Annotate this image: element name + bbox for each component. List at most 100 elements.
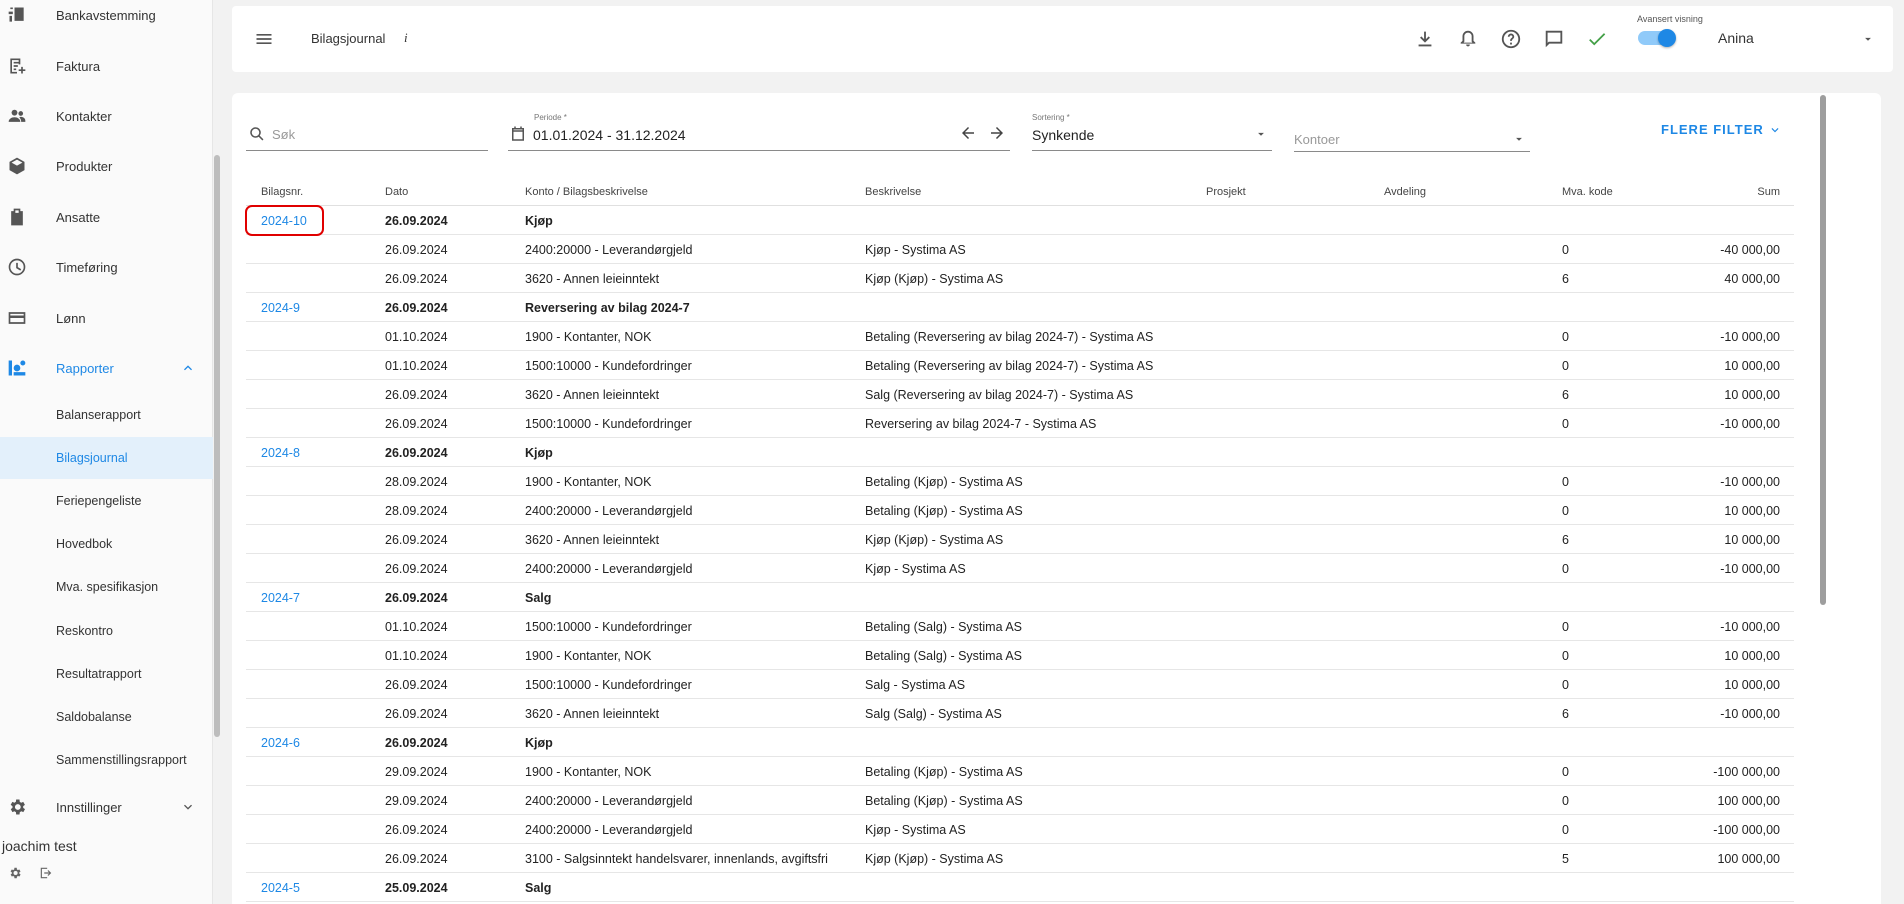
col-header-sum[interactable]: Sum — [1757, 186, 1780, 198]
line-sum: 10 000,00 — [1724, 359, 1780, 373]
voucher-number-link[interactable]: 2024-7 — [261, 591, 300, 605]
sidebar-scrollbar-thumb[interactable] — [214, 155, 220, 737]
voucher-header-row[interactable]: 2024-6 26.09.2024 Kjøp — [246, 728, 1794, 757]
line-account: 3620 - Annen leieinntekt — [525, 533, 660, 547]
page-scrollbar-thumb[interactable] — [1820, 95, 1826, 605]
voucher-number-link[interactable]: 2024-6 — [261, 736, 300, 750]
journal-line-row[interactable]: 28.09.2024 1900 - Kontanter, NOK Betaling … — [246, 467, 1794, 496]
journal-line-row[interactable]: 26.09.2024 2400:20000 - Leverandørgjeld Kj… — [246, 554, 1794, 583]
info-icon[interactable]: i — [404, 30, 408, 46]
journal-line-row[interactable]: 26.09.2024 3100 - Salgsinntekt handelsvar… — [246, 844, 1794, 873]
sidebar-subitem-bilagsjournal[interactable]: Bilagsjournal — [0, 437, 213, 479]
settings-gear-icon[interactable] — [8, 866, 22, 880]
sidebar-subitem-sammenstillingsrapport[interactable]: Sammenstillingsrapport — [0, 739, 213, 781]
sidebar-subitem-reskontro[interactable]: Reskontro — [0, 610, 213, 652]
logout-icon[interactable] — [39, 866, 53, 880]
col-header-prosjekt[interactable]: Prosjekt — [1206, 186, 1246, 198]
col-header-avdeling[interactable]: Avdeling — [1384, 186, 1426, 198]
voucher-number-link[interactable]: 2024-8 — [261, 446, 300, 460]
sidebar-item-timeforing[interactable]: Timeføring — [0, 247, 213, 287]
voucher-number-link[interactable]: 2024-9 — [261, 301, 300, 315]
line-description: Kjøp - Systima AS — [865, 823, 966, 837]
voucher-header-row[interactable]: 2024-7 26.09.2024 Salg — [246, 583, 1794, 612]
sort-select[interactable]: Sortering * Synkende — [1032, 112, 1272, 151]
journal-line-row[interactable]: 01.10.2024 1900 - Kontanter, NOK Betaling … — [246, 641, 1794, 670]
col-header-beskrivelse[interactable]: Beskrivelse — [865, 186, 921, 198]
line-description: Kjøp (Kjøp) - Systima AS — [865, 852, 1004, 866]
journal-line-row[interactable]: 01.10.2024 1900 - Kontanter, NOK Betaling … — [246, 322, 1794, 351]
voucher-date: 26.09.2024 — [385, 301, 448, 315]
sidebar-item-bankavstemming[interactable]: Bankavstemming — [0, 0, 213, 35]
voucher-date: 26.09.2024 — [385, 591, 448, 605]
journal-line-row[interactable]: 26.09.2024 1500:10000 - Kundefordringer Re… — [246, 409, 1794, 438]
menu-icon[interactable] — [254, 29, 274, 49]
sidebar-subitem-feriepengeliste[interactable]: Feriepengeliste — [0, 480, 213, 522]
user-menu[interactable]: Anina — [1718, 28, 1878, 50]
sidebar-item-produkter[interactable]: Produkter — [0, 146, 213, 186]
col-header-dato[interactable]: Dato — [385, 186, 408, 198]
sort-label: Sortering * — [1032, 113, 1070, 122]
line-sum: 10 000,00 — [1724, 504, 1780, 518]
col-header-bilagsnr[interactable]: Bilagsnr. — [261, 186, 303, 198]
notification-bell-icon[interactable] — [1456, 27, 1480, 51]
line-vat-code: 0 — [1562, 678, 1569, 692]
line-sum: 100 000,00 — [1717, 852, 1780, 866]
line-date: 28.09.2024 — [385, 475, 448, 489]
voucher-header-row[interactable]: 2024-10 26.09.2024 Kjøp — [245, 205, 1794, 236]
journal-line-row[interactable]: 29.09.2024 1900 - Kontanter, NOK Betaling … — [246, 757, 1794, 786]
chevron-down-icon — [1771, 127, 1779, 132]
calendar-icon — [509, 125, 527, 143]
voucher-number-link[interactable]: 2024-5 — [261, 881, 300, 895]
sidebar-item-innstillinger[interactable]: Innstillinger — [0, 787, 213, 827]
line-sum: 10 000,00 — [1724, 388, 1780, 402]
sidebar-scrollbar[interactable] — [213, 0, 221, 904]
voucher-header-row[interactable]: 2024-9 26.09.2024 Reversering av bilag 202… — [246, 293, 1794, 322]
journal-line-row[interactable]: 26.09.2024 3620 - Annen leieinntekt Kjøp (… — [246, 525, 1794, 554]
gear-icon — [7, 797, 27, 817]
journal-line-row[interactable]: 26.09.2024 2400:20000 - Leverandørgjeld Kj… — [246, 235, 1794, 264]
invoice-icon — [7, 56, 27, 76]
arrow-right-icon[interactable] — [988, 124, 1006, 142]
journal-line-row[interactable]: 28.09.2024 2400:20000 - Leverandørgjeld Be… — [246, 496, 1794, 525]
sidebar-subitem-resultatrapport[interactable]: Resultatrapport — [0, 653, 213, 695]
journal-line-row[interactable]: 26.09.2024 2400:20000 - Leverandørgjeld Kj… — [246, 815, 1794, 844]
journal-line-row[interactable]: 26.09.2024 3620 - Annen leieinntekt Kjøp (… — [246, 264, 1794, 293]
voucher-header-row[interactable]: 2024-5 25.09.2024 Salg — [246, 873, 1794, 902]
sidebar-item-faktura[interactable]: Faktura — [0, 46, 213, 86]
check-icon[interactable] — [1585, 27, 1609, 51]
journal-line-row[interactable]: 01.10.2024 1500:10000 - Kundefordringer Be… — [246, 351, 1794, 380]
journal-line-row[interactable]: 26.09.2024 3620 - Annen leieinntekt Salg (… — [246, 380, 1794, 409]
sidebar-subitem-saldobalanse[interactable]: Saldobalanse — [0, 696, 213, 738]
col-header-mva[interactable]: Mva. kode — [1562, 186, 1613, 198]
sidebar-subitem-balanserapport[interactable]: Balanserapport — [0, 394, 213, 436]
sidebar-subitem-mva-spesifikasjon[interactable]: Mva. spesifikasjon — [0, 566, 213, 608]
line-description: Salg - Systima AS — [865, 678, 966, 692]
sidebar-item-ansatte[interactable]: Ansatte — [0, 197, 213, 237]
sidebar-subitem-label: Bilagsjournal — [56, 451, 128, 465]
advanced-view-toggle[interactable] — [1636, 28, 1676, 48]
journal-line-row[interactable]: 29.09.2024 2400:20000 - Leverandørgjeld Be… — [246, 786, 1794, 815]
help-icon[interactable] — [1499, 27, 1523, 51]
journal-line-row[interactable]: 26.09.2024 3620 - Annen leieinntekt Salg (… — [246, 699, 1794, 728]
search-input[interactable]: Søk — [246, 121, 488, 151]
sidebar-item-lonn[interactable]: Lønn — [0, 298, 213, 338]
journal-line-row[interactable]: 01.10.2024 1500:10000 - Kundefordringer Be… — [246, 612, 1794, 641]
chat-icon[interactable] — [1542, 27, 1566, 51]
sidebar-item-kontakter[interactable]: Kontakter — [0, 96, 213, 136]
sidebar-item-label: Produkter — [56, 158, 113, 174]
voucher-header-row[interactable]: 2024-8 26.09.2024 Kjøp — [246, 438, 1794, 467]
line-account: 3620 - Annen leieinntekt — [525, 272, 660, 286]
sidebar-subitem-hovedbok[interactable]: Hovedbok — [0, 523, 213, 565]
download-icon[interactable] — [1413, 27, 1437, 51]
arrow-left-icon[interactable] — [959, 124, 977, 142]
page-scrollbar[interactable] — [1818, 93, 1828, 904]
journal-line-row[interactable]: 26.09.2024 1500:10000 - Kundefordringer Sa… — [246, 670, 1794, 699]
sidebar-item-rapporter[interactable]: Rapporter — [0, 348, 213, 388]
period-field[interactable]: Periode * 01.01.2024 - 31.12.2024 — [508, 112, 1010, 151]
col-header-konto[interactable]: Konto / Bilagsbeskrivelse — [525, 186, 648, 198]
line-date: 26.09.2024 — [385, 533, 448, 547]
accounts-select[interactable]: Kontoer — [1294, 125, 1530, 152]
sort-underline — [1032, 150, 1272, 151]
voucher-number-link[interactable]: 2024-10 — [261, 214, 307, 228]
more-filters-button[interactable]: FLERE FILTER — [1661, 122, 1782, 137]
